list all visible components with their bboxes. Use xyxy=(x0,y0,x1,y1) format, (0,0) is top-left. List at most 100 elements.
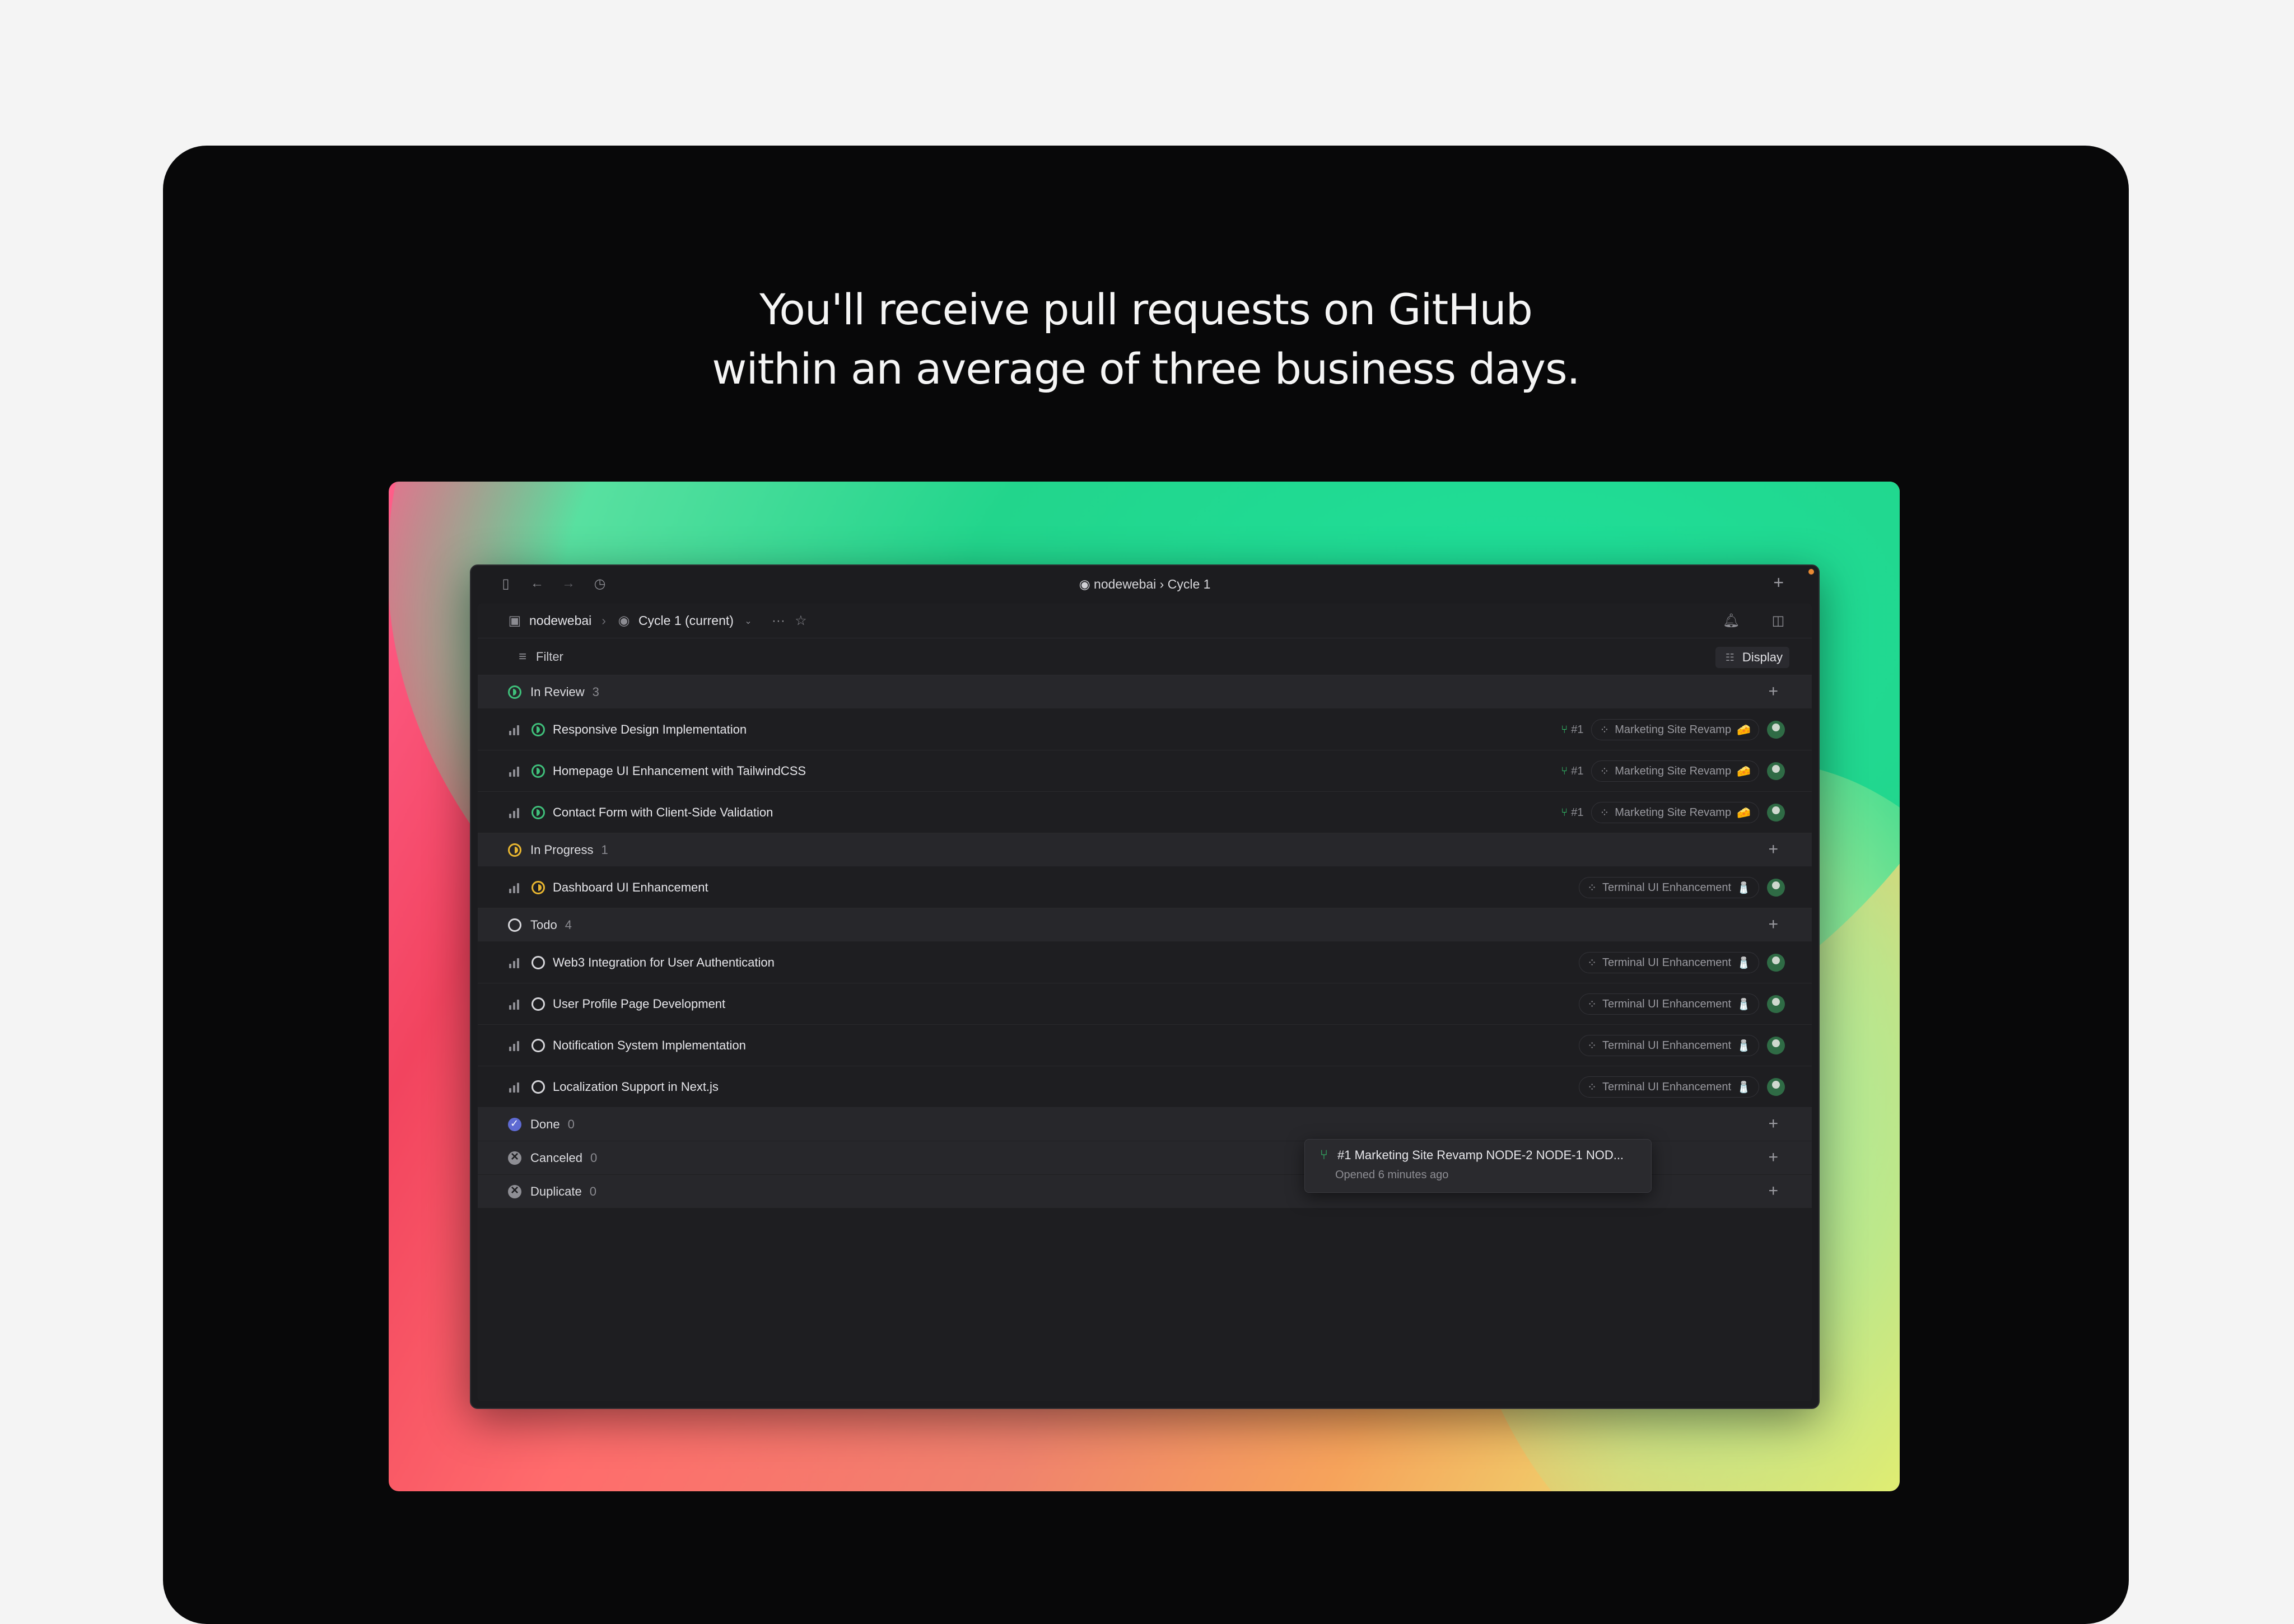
project-name: Marketing Site Revamp xyxy=(1615,764,1732,777)
status-cancel-icon[interactable] xyxy=(508,1183,521,1198)
issue-list: In Review 3 + Responsive Design Implementat… xyxy=(478,675,1812,1208)
project-pill[interactable]: ⁘ Terminal UI Enhancement 🧂 xyxy=(1579,993,1759,1015)
add-issue-button[interactable]: + xyxy=(1768,682,1778,701)
issue-row[interactable]: Notification System Implementation ⁘ Termi… xyxy=(478,1025,1812,1066)
issue-title[interactable]: Homepage UI Enhancement with TailwindCSS xyxy=(553,764,806,778)
project-emoji: 🧂 xyxy=(1737,1039,1751,1052)
priority-bars-icon[interactable] xyxy=(509,998,524,1010)
issue-row[interactable]: User Profile Page Development ⁘ Terminal U… xyxy=(478,983,1812,1025)
priority-bars-icon[interactable] xyxy=(509,882,524,893)
priority-bars-icon[interactable] xyxy=(509,766,524,777)
status-cancel-icon[interactable] xyxy=(508,1149,521,1165)
titlebar: ▯ ← → ◷ ◉ nodewebai › Cycle 1 + xyxy=(471,566,1819,603)
group-name: In Review xyxy=(530,684,585,699)
project-emoji: 🧂 xyxy=(1737,1081,1751,1094)
status-todo-icon[interactable] xyxy=(508,918,521,932)
assignee-avatar[interactable] xyxy=(1767,804,1785,822)
pr-tooltip: ⑂ #1 Marketing Site Revamp NODE-2 NODE-1… xyxy=(1304,1139,1652,1193)
add-issue-button[interactable]: + xyxy=(1768,1182,1778,1201)
project-grid-icon: ⁘ xyxy=(1600,724,1610,736)
issue-title[interactable]: Contact Form with Client-Side Validation xyxy=(553,805,773,820)
project-pill[interactable]: ⁘ Terminal UI Enhancement 🧂 xyxy=(1579,877,1759,898)
group-count: 0 xyxy=(590,1150,598,1165)
add-issue-button[interactable]: + xyxy=(1768,1148,1778,1167)
bell-icon[interactable]: 🔔︎ xyxy=(1723,613,1740,628)
issue-title[interactable]: User Profile Page Development xyxy=(553,997,725,1011)
status-progress-icon[interactable] xyxy=(508,843,521,857)
pull-request-icon: ⑂ xyxy=(1561,723,1568,736)
star-icon[interactable]: ☆ xyxy=(793,613,809,629)
issue-title[interactable]: Web3 Integration for User Authentication xyxy=(553,955,775,970)
status-review-icon[interactable] xyxy=(531,805,545,819)
issue-title[interactable]: Localization Support in Next.js xyxy=(553,1080,719,1094)
assignee-avatar[interactable] xyxy=(1767,721,1785,739)
status-progress-icon[interactable] xyxy=(531,880,545,894)
issue-row[interactable]: Responsive Design Implementation ⑂ #1 ⁘ Mark… xyxy=(478,709,1812,750)
display-button[interactable]: ☷ Display xyxy=(1715,647,1789,668)
priority-bars-icon[interactable] xyxy=(509,1040,524,1051)
new-tab-button[interactable]: + xyxy=(1773,572,1784,593)
project-pill[interactable]: ⁘ Marketing Site Revamp 🧀 xyxy=(1591,802,1759,823)
priority-bars-icon[interactable] xyxy=(509,724,524,735)
project-name: Terminal UI Enhancement xyxy=(1602,956,1732,969)
group-header[interactable]: Todo 4 + xyxy=(478,908,1812,942)
assignee-avatar[interactable] xyxy=(1767,954,1785,972)
assignee-avatar[interactable] xyxy=(1767,1037,1785,1054)
assignee-avatar[interactable] xyxy=(1767,762,1785,780)
project-pill[interactable]: ⁘ Marketing Site Revamp 🧀 xyxy=(1591,760,1759,782)
issue-title[interactable]: Dashboard UI Enhancement xyxy=(553,880,708,895)
issue-row[interactable]: Dashboard UI Enhancement ⁘ Terminal UI Enh… xyxy=(478,867,1812,908)
group-header[interactable]: In Review 3 + xyxy=(478,675,1812,709)
pull-request-badge[interactable]: ⑂ #1 xyxy=(1561,724,1583,736)
status-todo-icon[interactable] xyxy=(531,1080,545,1094)
issue-meta: ⁘ Terminal UI Enhancement 🧂 xyxy=(1579,1035,1785,1056)
details-panel-icon[interactable]: ◫ xyxy=(1770,613,1786,628)
assignee-avatar[interactable] xyxy=(1767,995,1785,1013)
breadcrumb-cycle[interactable]: Cycle 1 (current) xyxy=(638,613,734,628)
more-options-icon[interactable]: ··· xyxy=(771,613,786,629)
priority-bars-icon[interactable] xyxy=(509,957,524,968)
pull-request-badge[interactable]: ⑂ #1 xyxy=(1561,806,1583,819)
project-pill[interactable]: ⁘ Marketing Site Revamp 🧀 xyxy=(1591,719,1759,740)
add-issue-button[interactable]: + xyxy=(1768,1114,1778,1133)
assignee-avatar[interactable] xyxy=(1767,879,1785,897)
status-todo-icon[interactable] xyxy=(531,997,545,1011)
filter-icon[interactable]: ≡ xyxy=(515,649,530,665)
assignee-avatar[interactable] xyxy=(1767,1078,1785,1096)
project-pill[interactable]: ⁘ Terminal UI Enhancement 🧂 xyxy=(1579,952,1759,973)
status-review-icon[interactable] xyxy=(531,764,545,778)
breadcrumb-bar: ▣ nodewebai › ◉ Cycle 1 (current) ⌄ ··· … xyxy=(478,604,1812,638)
priority-bars-icon[interactable] xyxy=(509,807,524,818)
cycle-icon: ◉ xyxy=(1079,577,1094,591)
add-issue-button[interactable]: + xyxy=(1768,915,1778,934)
priority-bars-icon[interactable] xyxy=(509,1081,524,1093)
issue-row[interactable]: Contact Form with Client-Side Validation… xyxy=(478,792,1812,833)
project-grid-icon: ⁘ xyxy=(1587,881,1597,894)
project-pill[interactable]: ⁘ Terminal UI Enhancement 🧂 xyxy=(1579,1076,1759,1098)
group-count: 0 xyxy=(567,1117,575,1131)
add-issue-button[interactable]: + xyxy=(1768,840,1778,859)
status-done-icon[interactable] xyxy=(508,1117,521,1131)
group-header[interactable]: In Progress 1 + xyxy=(478,833,1812,867)
issue-title[interactable]: Notification System Implementation xyxy=(553,1038,746,1053)
status-review-icon[interactable] xyxy=(531,722,545,736)
filter-button[interactable]: Filter xyxy=(536,650,563,664)
pull-request-badge[interactable]: ⑂ #1 xyxy=(1561,765,1583,778)
issue-row[interactable]: Localization Support in Next.js ⁘ Terminal… xyxy=(478,1066,1812,1108)
tooltip-subtitle: Opened 6 minutes ago xyxy=(1335,1169,1449,1181)
headline-line-2: within an average of three business days… xyxy=(712,344,1580,394)
status-review-icon[interactable] xyxy=(508,685,521,699)
group-name: Todo xyxy=(530,917,557,932)
status-todo-icon[interactable] xyxy=(531,1038,545,1052)
pull-request-number: #1 xyxy=(1571,723,1584,736)
issue-row[interactable]: Web3 Integration for User Authentication… xyxy=(478,942,1812,983)
issue-title[interactable]: Responsive Design Implementation xyxy=(553,722,747,737)
group-header[interactable]: Done 0 + xyxy=(478,1108,1812,1141)
breadcrumb-workspace[interactable]: nodewebai xyxy=(529,613,591,628)
app-window: ▯ ← → ◷ ◉ nodewebai › Cycle 1 + ▣ nodewe… xyxy=(470,564,1820,1409)
issue-row[interactable]: Homepage UI Enhancement with TailwindCSS… xyxy=(478,750,1812,792)
project-pill[interactable]: ⁘ Terminal UI Enhancement 🧂 xyxy=(1579,1035,1759,1056)
status-todo-icon[interactable] xyxy=(531,955,545,969)
chevron-down-icon[interactable]: ⌄ xyxy=(740,613,756,629)
pull-request-icon: ⑂ xyxy=(1319,1147,1328,1163)
